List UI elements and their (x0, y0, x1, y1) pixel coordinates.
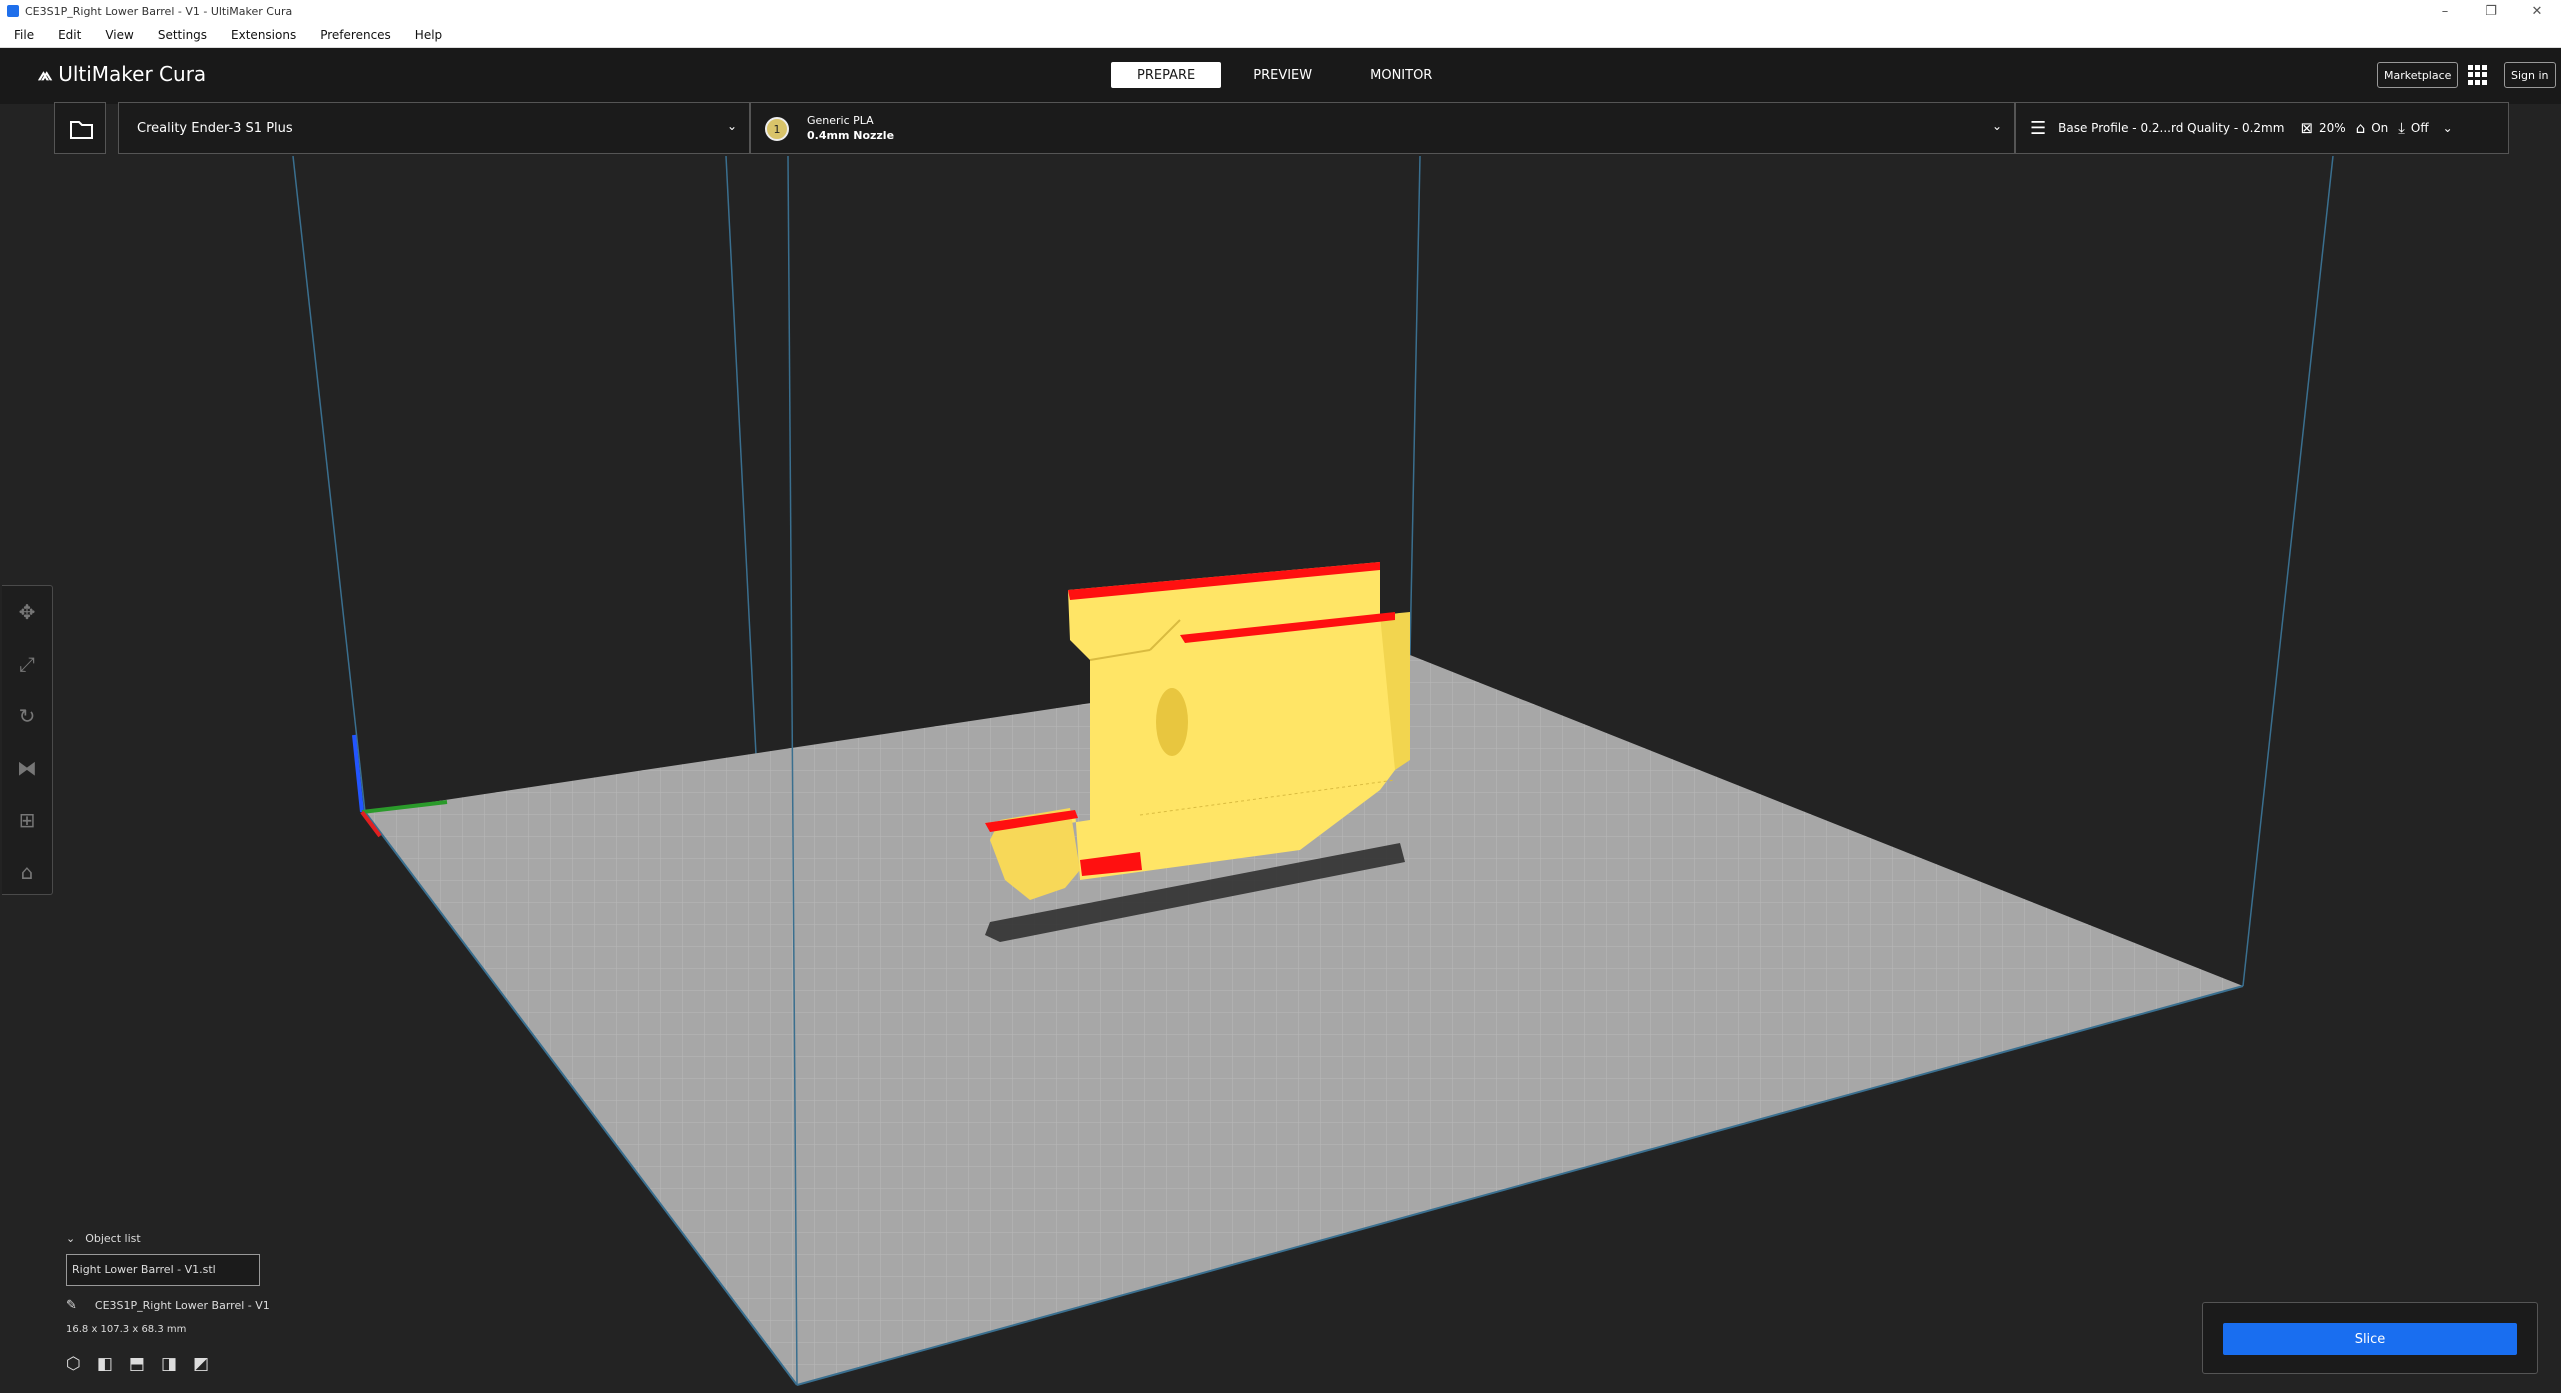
tab-monitor[interactable]: MONITOR (1344, 62, 1458, 88)
menu-preferences[interactable]: Preferences (320, 28, 391, 42)
per-model-settings-icon[interactable]: ⊞ (2, 794, 52, 846)
object-list-header: Object list (85, 1232, 141, 1245)
mirror-icon[interactable]: ⧓ (2, 742, 52, 794)
view-left-icon[interactable]: ◨ (161, 1354, 177, 1374)
printer-name: Creality Ender-3 S1 Plus (137, 120, 293, 136)
infill-value: 20% (2319, 121, 2346, 135)
project-name-row: ✎ CE3S1P_Right Lower Barrel - V1 (66, 1298, 466, 1313)
menu-settings[interactable]: Settings (158, 28, 207, 42)
window-title: CE3S1P_Right Lower Barrel - V1 - UltiMak… (25, 4, 293, 18)
adhesion-icon: ⤓ (2398, 119, 2405, 137)
app-logo: ⩕ UltiMaker Cura (38, 62, 206, 86)
restore-icon[interactable]: ❐ (2468, 0, 2514, 22)
extruder-badge: 1 (765, 117, 789, 141)
infill-icon: ⊠ (2300, 119, 2314, 137)
menu-view[interactable]: View (105, 28, 133, 42)
view-orientation-buttons: ⬡ ◧ ⬒ ◨ ◩ (66, 1354, 266, 1374)
chevron-down-icon: ⌄ (2442, 121, 2453, 135)
ultimaker-logo-icon: ⩕ (38, 63, 53, 85)
view-top-icon[interactable]: ⬒ (129, 1354, 145, 1374)
apps-grid-icon[interactable] (2468, 65, 2488, 85)
window-titlebar: CE3S1P_Right Lower Barrel - V1 - UltiMak… (0, 0, 2561, 22)
pencil-icon[interactable]: ✎ (66, 1298, 77, 1313)
view-right-icon[interactable]: ◩ (193, 1354, 209, 1374)
move-icon[interactable]: ✥ (2, 586, 52, 638)
cura-app-icon (7, 5, 19, 17)
project-name: CE3S1P_Right Lower Barrel - V1 (94, 1299, 270, 1312)
object-list-toggle[interactable]: ⌄ Object list (66, 1232, 266, 1245)
view-front-icon[interactable]: ◧ (97, 1354, 113, 1374)
open-file-button[interactable] (54, 102, 106, 154)
app-header: ⩕ UltiMaker Cura PREPARE PREVIEW MONITOR… (0, 48, 2561, 104)
folder-icon (70, 121, 93, 139)
rotate-icon[interactable]: ↻ (2, 690, 52, 742)
view-3d-icon[interactable]: ⬡ (66, 1354, 81, 1374)
menu-extensions[interactable]: Extensions (231, 28, 296, 42)
object-list-item[interactable]: Right Lower Barrel - V1.stl (66, 1254, 260, 1286)
build-volume-edge (1409, 156, 1421, 656)
minimize-icon[interactable]: – (2422, 0, 2468, 22)
menu-help[interactable]: Help (415, 28, 442, 42)
support-value: On (2371, 121, 2389, 135)
printer-selector[interactable]: Creality Ender-3 S1 Plus ⌄ (118, 102, 750, 154)
menu-edit[interactable]: Edit (58, 28, 81, 42)
chevron-down-icon: ⌄ (726, 119, 737, 133)
slice-button[interactable]: Slice (2223, 1323, 2517, 1355)
close-icon[interactable]: ✕ (2514, 0, 2560, 22)
action-panel: Slice (2202, 1302, 2538, 1374)
model-dimensions: 16.8 x 107.3 x 68.3 mm (66, 1324, 187, 1335)
support-blocker-icon[interactable]: ⌂ (2, 846, 52, 898)
stage-tabs: PREPARE PREVIEW MONITOR (1111, 62, 1464, 88)
marketplace-button[interactable]: Marketplace (2377, 62, 2459, 88)
chevron-down-icon: ⌄ (1991, 119, 2002, 133)
material-selector[interactable]: 1 Generic PLA 0.4mm Nozzle ⌄ (750, 102, 2015, 154)
material-name: Generic PLA (807, 114, 874, 127)
sign-in-button[interactable]: Sign in (2504, 62, 2556, 88)
support-icon: ⌂ (2355, 119, 2366, 137)
profile-name: Base Profile - 0.2...rd Quality - 0.2mm (2058, 121, 2285, 135)
print-settings-selector[interactable]: ☰ Base Profile - 0.2...rd Quality - 0.2m… (2015, 102, 2509, 154)
build-volume-edge (292, 156, 366, 813)
scale-icon[interactable]: ⤢ (2, 638, 52, 690)
nozzle-size: 0.4mm Nozzle (807, 129, 895, 142)
settings-sliders-icon: ☰ (2030, 117, 2047, 139)
menu-file[interactable]: File (14, 28, 34, 42)
model-hole (1156, 688, 1188, 756)
tab-preview[interactable]: PREVIEW (1227, 62, 1338, 88)
adhesion-value: Off (2410, 121, 2429, 135)
build-volume-edge (725, 156, 757, 756)
build-plate-viewport[interactable] (0, 156, 2561, 1393)
chevron-down-icon: ⌄ (66, 1232, 76, 1245)
build-volume-edge (2242, 156, 2334, 987)
model-tools-panel: ✥ ⤢ ↻ ⧓ ⊞ ⌂ (2, 585, 53, 895)
app-logo-text: UltiMaker Cura (58, 62, 207, 86)
tab-prepare[interactable]: PREPARE (1111, 62, 1222, 88)
menu-bar: File Edit View Settings Extensions Prefe… (0, 22, 2561, 48)
